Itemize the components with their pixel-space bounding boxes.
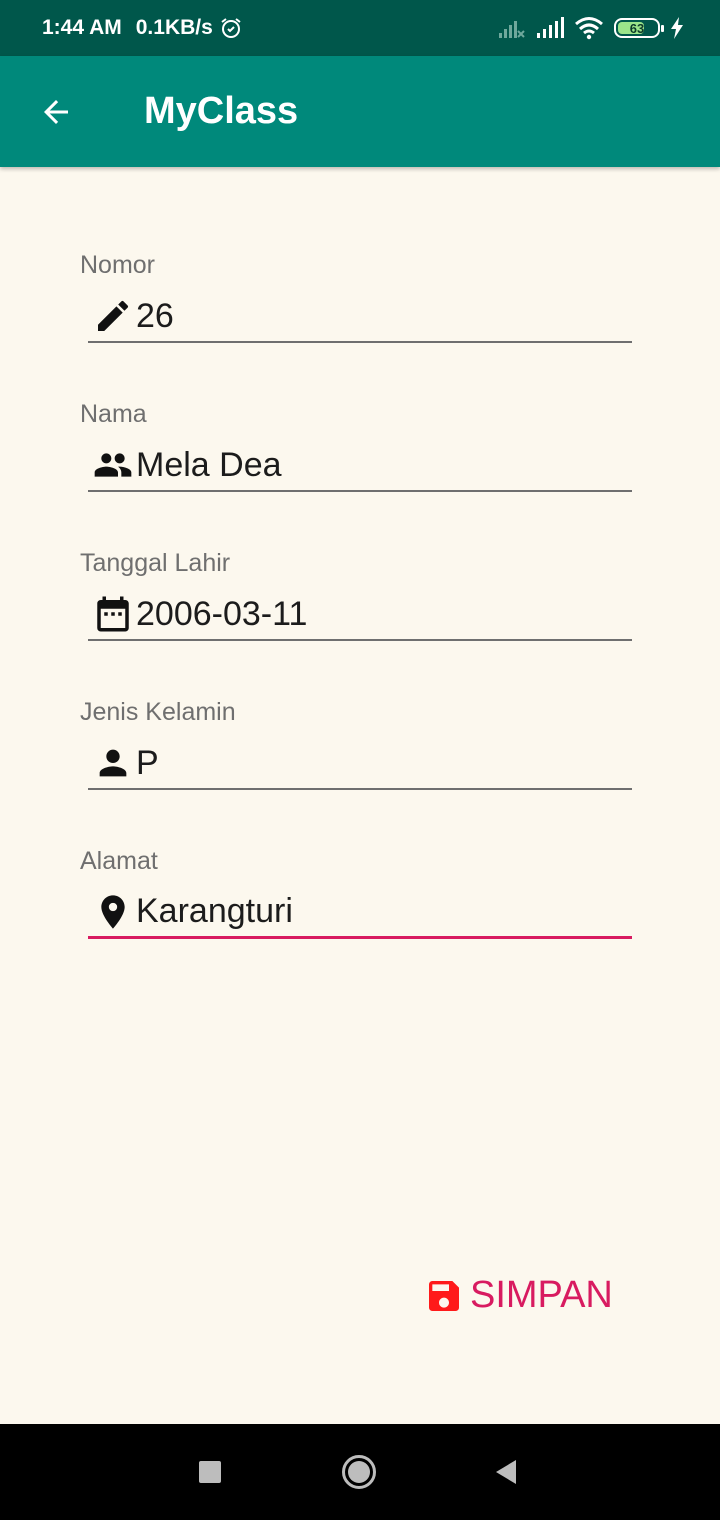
square-icon: [199, 1461, 221, 1483]
recents-button[interactable]: [198, 1460, 222, 1489]
field-value: 2006-03-11: [136, 594, 308, 633]
field-value: Mela Dea: [136, 445, 282, 484]
field-label: Jenis Kelamin: [80, 698, 236, 726]
home-button[interactable]: [341, 1454, 377, 1495]
floppy-disk-icon: [429, 1280, 459, 1311]
signal-strength-icon: [537, 17, 564, 38]
save-button[interactable]: SIMPAN: [424, 1274, 613, 1317]
status-bar: 1:44 AM 0.1KB/s 63: [0, 0, 720, 56]
nama-input[interactable]: Mela Dea: [88, 440, 632, 492]
field-value: Karangturi: [136, 892, 293, 930]
field-label: Nomor: [80, 251, 156, 279]
jenis-kelamin-input[interactable]: P: [88, 738, 632, 790]
circle-icon: [342, 1455, 376, 1489]
pencil-icon: [90, 296, 136, 336]
arrow-back-icon: [44, 99, 68, 124]
field-value: 26: [136, 296, 174, 335]
person-icon: [90, 743, 136, 783]
charging-icon: [671, 17, 683, 39]
field-value: P: [136, 743, 159, 782]
field-label: Alamat: [80, 847, 158, 875]
location-pin-icon: [90, 892, 136, 932]
page-title: MyClass: [144, 90, 299, 132]
back-nav-button[interactable]: [494, 1458, 518, 1491]
status-right: 63: [498, 16, 684, 40]
status-left: 1:44 AM 0.1KB/s: [42, 16, 243, 40]
signal-no-sim-icon: [499, 21, 525, 38]
alamat-input[interactable]: Karangturi: [88, 887, 632, 939]
wifi-icon: [575, 17, 603, 40]
alarm-icon: [221, 18, 241, 38]
status-network-speed: 0.1KB/s: [135, 16, 213, 39]
triangle-back-icon: [496, 1460, 516, 1484]
nomor-input[interactable]: 26: [88, 291, 632, 343]
app-bar: MyClass: [0, 56, 720, 167]
calendar-icon: [90, 594, 136, 634]
field-label: Tanggal Lahir: [80, 549, 231, 577]
battery-icon: 63: [614, 18, 664, 38]
people-icon: [90, 445, 136, 485]
status-time: 1:44 AM: [42, 16, 122, 39]
system-nav-bar: [0, 1424, 720, 1520]
field-label: Nama: [80, 400, 147, 428]
tanggal-lahir-input[interactable]: 2006-03-11: [88, 589, 632, 641]
battery-level: 63: [629, 20, 645, 36]
save-button-label: SIMPAN: [470, 1274, 613, 1316]
back-button[interactable]: [28, 84, 84, 140]
